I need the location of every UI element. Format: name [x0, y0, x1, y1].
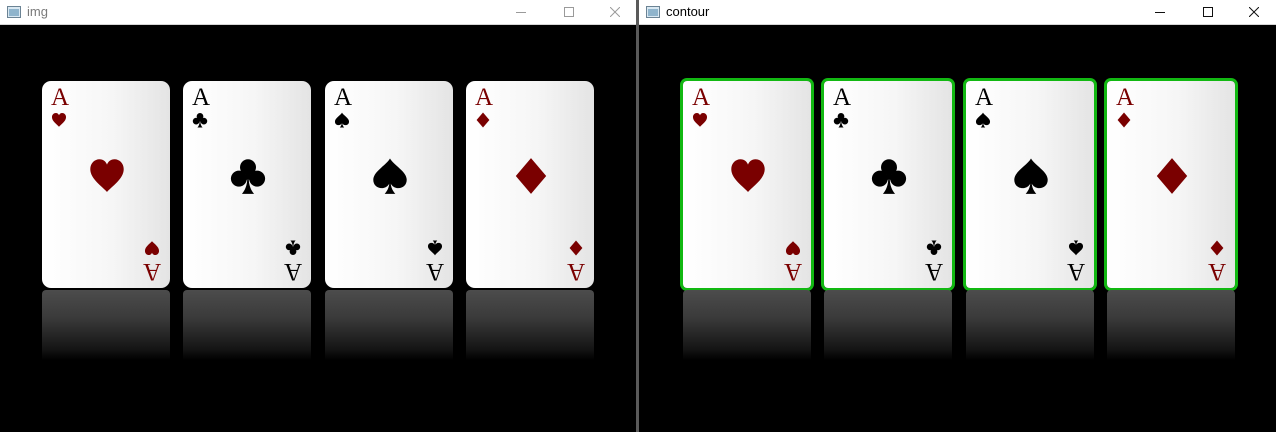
- diamonds-icon: [569, 240, 583, 256]
- card-rank: A: [975, 84, 994, 111]
- minimize-button[interactable]: [498, 0, 544, 24]
- card-reflection: [466, 290, 594, 360]
- card-rank: A: [192, 84, 211, 111]
- hearts-icon: [51, 112, 67, 127]
- card-rank: A: [833, 84, 852, 111]
- hearts-icon: [731, 159, 765, 192]
- card-diamonds: AA: [1107, 81, 1235, 288]
- diamonds-icon: [1117, 112, 1131, 128]
- hearts-icon: [90, 159, 124, 192]
- window-title: contour: [666, 4, 710, 19]
- hearts-icon: [692, 112, 708, 127]
- diamonds-icon: [515, 158, 547, 194]
- card-rank-inverted: A: [283, 258, 302, 285]
- window-img: img AAAAAAAA: [0, 0, 636, 432]
- spades-icon: [427, 240, 443, 256]
- card-rank-inverted: A: [1207, 258, 1226, 285]
- card-rank: A: [334, 84, 353, 111]
- diamonds-icon: [1210, 240, 1224, 256]
- diamonds-icon: [1156, 158, 1188, 194]
- app-icon: [646, 6, 660, 18]
- card-clubs: AA: [183, 81, 311, 288]
- card-reflection: [42, 290, 170, 360]
- spades-icon: [334, 112, 350, 128]
- spades-icon: [1014, 158, 1048, 194]
- maximize-button[interactable]: [1185, 0, 1231, 24]
- spades-icon: [373, 158, 407, 194]
- card-reflection: [824, 290, 952, 360]
- app-icon: [7, 6, 21, 18]
- image-view: AAAAAAAA: [0, 25, 636, 432]
- close-button[interactable]: [1231, 0, 1276, 24]
- card-rank: A: [692, 84, 711, 111]
- window-contour: contour AAAAAAAA: [639, 0, 1276, 432]
- maximize-button[interactable]: [546, 0, 592, 24]
- hearts-icon: [785, 241, 801, 256]
- minimize-icon: [516, 12, 526, 13]
- title-bar[interactable]: contour: [639, 0, 1276, 25]
- card-spades: AA: [966, 81, 1094, 288]
- card-reflection: [683, 290, 811, 360]
- card-hearts: AA: [42, 81, 170, 288]
- card-hearts: AA: [683, 81, 811, 288]
- clubs-icon: [926, 240, 942, 256]
- clubs-icon: [871, 159, 907, 194]
- card-diamonds: AA: [466, 81, 594, 288]
- maximize-icon: [564, 7, 574, 17]
- close-icon: [1249, 7, 1259, 17]
- title-bar[interactable]: img: [0, 0, 636, 25]
- card-rank: A: [475, 84, 494, 111]
- maximize-icon: [1203, 7, 1213, 17]
- card-rank-inverted: A: [142, 258, 161, 285]
- card-rank-inverted: A: [924, 258, 943, 285]
- image-view: AAAAAAAA: [639, 25, 1276, 432]
- clubs-icon: [230, 159, 266, 194]
- card-rank-inverted: A: [1066, 258, 1085, 285]
- spades-icon: [975, 112, 991, 128]
- clubs-icon: [833, 112, 849, 128]
- clubs-icon: [192, 112, 208, 128]
- card-reflection: [1107, 290, 1235, 360]
- card-rank-inverted: A: [425, 258, 444, 285]
- card-reflection: [183, 290, 311, 360]
- minimize-icon: [1155, 12, 1165, 13]
- diamonds-icon: [476, 112, 490, 128]
- close-icon: [610, 7, 620, 17]
- card-reflection: [966, 290, 1094, 360]
- clubs-icon: [285, 240, 301, 256]
- spades-icon: [1068, 240, 1084, 256]
- card-rank-inverted: A: [566, 258, 585, 285]
- close-button[interactable]: [592, 0, 638, 24]
- card-rank: A: [1116, 84, 1135, 111]
- window-title: img: [27, 4, 48, 19]
- card-spades: AA: [325, 81, 453, 288]
- card-clubs: AA: [824, 81, 952, 288]
- card-rank-inverted: A: [783, 258, 802, 285]
- minimize-button[interactable]: [1137, 0, 1183, 24]
- card-reflection: [325, 290, 453, 360]
- hearts-icon: [144, 241, 160, 256]
- card-rank: A: [51, 84, 70, 111]
